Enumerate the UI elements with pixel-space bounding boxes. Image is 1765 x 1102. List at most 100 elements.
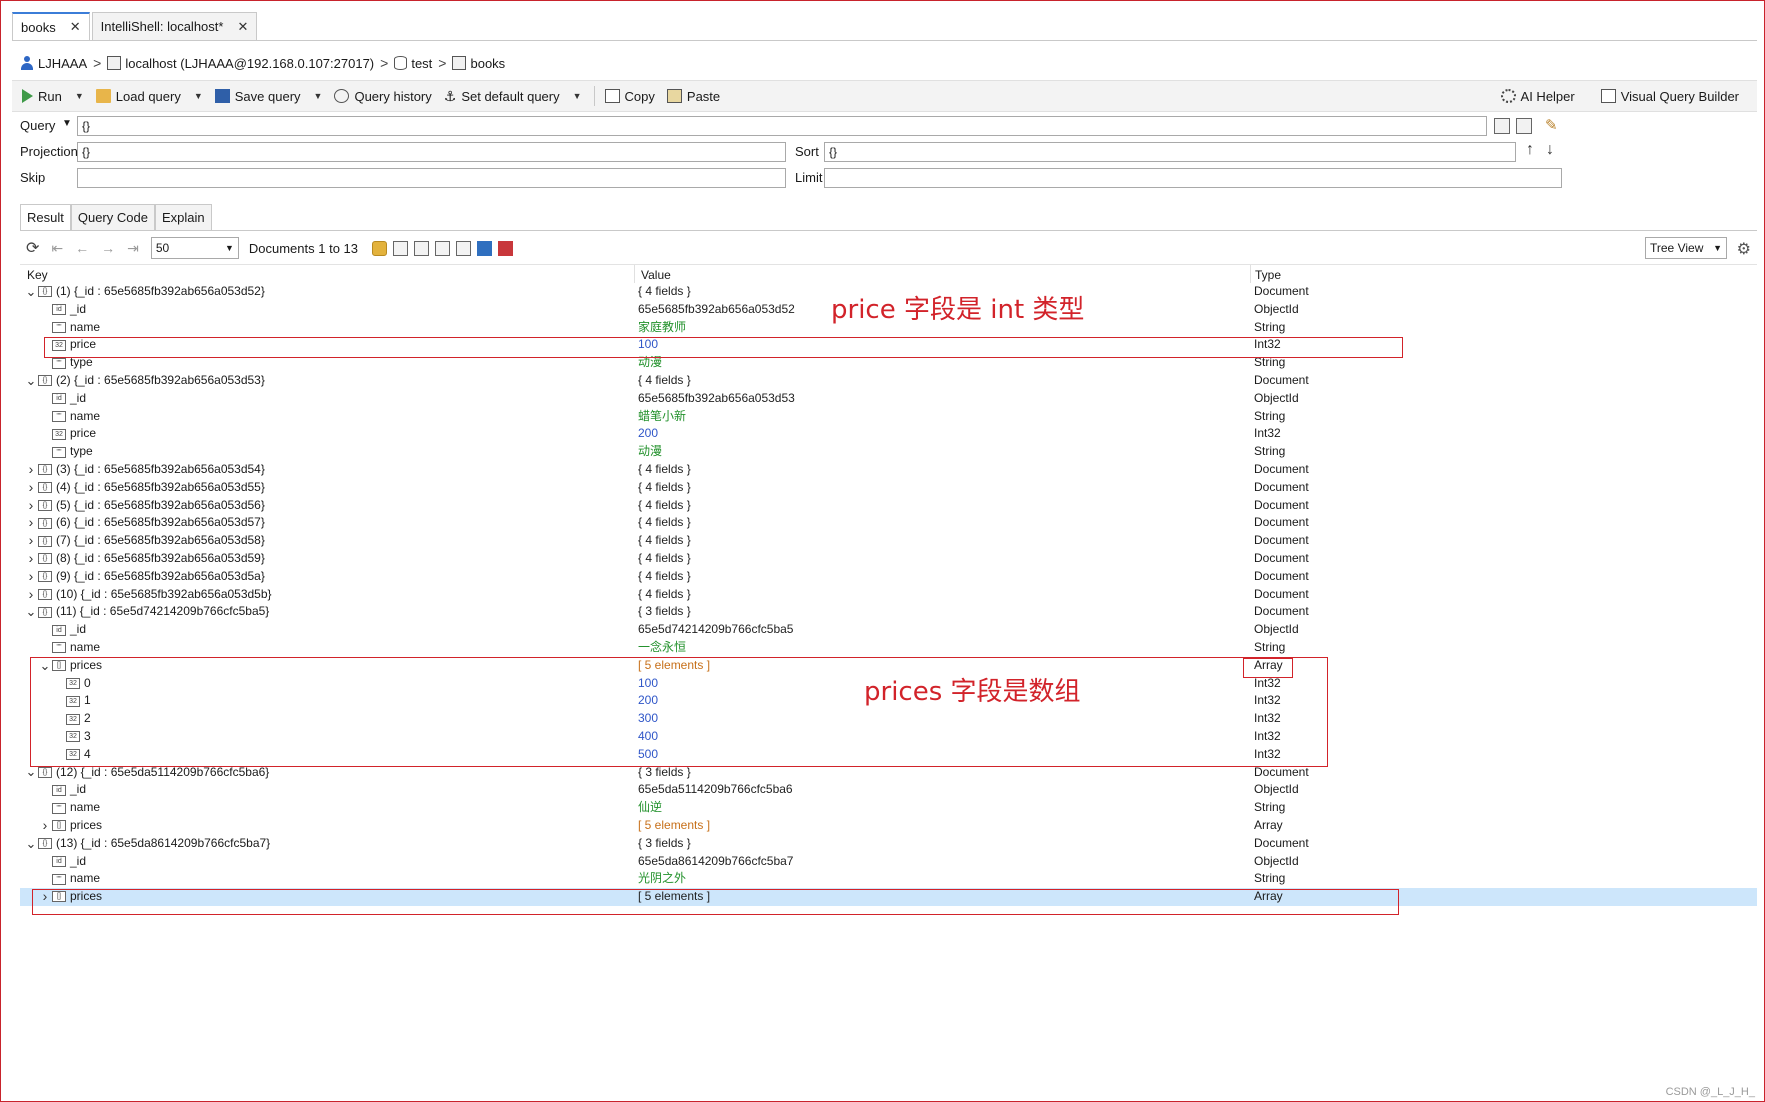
- visual-query-builder-button[interactable]: Visual Query Builder: [1600, 89, 1739, 104]
- query-format-icon[interactable]: [1494, 118, 1510, 134]
- view-document-icon[interactable]: [456, 240, 471, 256]
- tree-key-label: name: [70, 800, 101, 815]
- tree-row[interactable]: id _id 65e5d74214209b766cfc5ba5 ObjectId: [20, 621, 1757, 639]
- expand-open-icon[interactable]: ⌄: [24, 374, 38, 387]
- field-type-icon: {}: [38, 286, 52, 298]
- view-mode-select[interactable]: Tree View ▼: [1645, 237, 1727, 259]
- expand-closed-icon[interactable]: ›: [24, 461, 38, 479]
- tab-intellishell[interactable]: IntelliShell: localhost* ✕: [91, 12, 258, 40]
- query-history-button[interactable]: Query history: [334, 89, 432, 104]
- tree-row[interactable]: ›{} (6) {_id : 65e5685fb392ab656a053d57} {…: [20, 514, 1757, 532]
- expand-open-icon[interactable]: ⌄: [24, 765, 38, 778]
- tree-row[interactable]: id _id 65e5685fb392ab656a053d53 ObjectId: [20, 390, 1757, 408]
- first-page-icon[interactable]: ⇤: [51, 240, 63, 257]
- chevron-down-icon[interactable]: ▼: [194, 91, 203, 101]
- page-size-select[interactable]: 50 ▼: [150, 237, 239, 259]
- clone-document-icon[interactable]: [414, 240, 429, 256]
- tree-row[interactable]: ›{} (8) {_id : 65e5685fb392ab656a053d59} {…: [20, 550, 1757, 568]
- tree-value-cell: { 4 fields }: [638, 479, 691, 494]
- expand-closed-icon[interactable]: ›: [24, 568, 38, 586]
- last-page-icon[interactable]: ⇥: [127, 240, 139, 257]
- tab-explain[interactable]: Explain: [154, 204, 212, 230]
- tree-row[interactable]: ›[] prices [ 5 elements ] Array: [20, 817, 1757, 835]
- save-changes-icon[interactable]: [477, 240, 492, 256]
- tree-key-label: (9) {_id : 65e5685fb392ab656a053d5a}: [56, 568, 265, 583]
- sort-ascending-icon[interactable]: ↑: [1526, 141, 1534, 159]
- column-header-key[interactable]: Key: [27, 268, 48, 282]
- load-query-button[interactable]: Load query ▼: [95, 89, 203, 104]
- tree-row[interactable]: ›{} (5) {_id : 65e5685fb392ab656a053d56} {…: [20, 497, 1757, 515]
- paste-button[interactable]: Paste: [666, 89, 720, 104]
- chevron-down-icon[interactable]: ▼: [314, 91, 323, 101]
- add-document-icon[interactable]: [393, 240, 408, 256]
- close-icon[interactable]: ✕: [70, 19, 81, 35]
- save-query-button[interactable]: Save query ▼: [214, 89, 323, 104]
- breadcrumb-server[interactable]: localhost (LJHAAA@192.168.0.107:27017): [107, 56, 374, 71]
- tree-row[interactable]: 32 price 200 Int32: [20, 425, 1757, 443]
- annotation-price-note: price 字段是 int 类型: [831, 295, 1085, 325]
- expand-open-icon[interactable]: ⌄: [24, 837, 38, 850]
- expand-open-icon[interactable]: ⌄: [24, 605, 38, 618]
- tab-books[interactable]: books ✕: [12, 12, 90, 40]
- expand-closed-icon[interactable]: ›: [24, 550, 38, 568]
- previous-page-icon[interactable]: ←: [75, 240, 89, 256]
- next-page-icon[interactable]: →: [101, 240, 115, 256]
- expand-open-icon[interactable]: ⌄: [24, 285, 38, 298]
- chevron-down-icon[interactable]: ▼: [573, 91, 582, 101]
- breadcrumb-user[interactable]: LJHAAA: [20, 56, 87, 71]
- refresh-icon[interactable]: ⟳: [26, 238, 39, 258]
- expand-closed-icon[interactable]: ›: [24, 514, 38, 532]
- expand-closed-icon[interactable]: ›: [38, 817, 52, 835]
- tree-row[interactable]: "" type 动漫 String: [20, 443, 1757, 461]
- column-header-value[interactable]: Value: [641, 268, 671, 282]
- tree-row[interactable]: ›{} (9) {_id : 65e5685fb392ab656a053d5a} {…: [20, 568, 1757, 586]
- set-default-query-button[interactable]: ⚓ Set default query ▼: [444, 89, 582, 104]
- lock-icon[interactable]: [372, 240, 387, 256]
- tree-row[interactable]: "" name 蜡笔小新 String: [20, 408, 1757, 426]
- skip-input[interactable]: [77, 168, 786, 188]
- tree-value-cell: [ 5 elements ]: [638, 817, 711, 832]
- chevron-down-icon[interactable]: ▼: [62, 118, 72, 129]
- column-header-type[interactable]: Type: [1255, 268, 1281, 282]
- tree-row[interactable]: "" name 一念永恒 String: [20, 639, 1757, 657]
- tree-key-cell: "" name: [38, 319, 100, 337]
- expand-closed-icon[interactable]: ›: [24, 479, 38, 497]
- projection-input[interactable]: {}: [77, 142, 786, 162]
- query-input[interactable]: {}: [77, 116, 1487, 136]
- tree-row[interactable]: ›{} (7) {_id : 65e5685fb392ab656a053d58} {…: [20, 532, 1757, 550]
- sort-descending-icon[interactable]: ↓: [1546, 141, 1554, 159]
- ai-helper-button[interactable]: AI Helper: [1500, 89, 1575, 104]
- tab-result[interactable]: Result: [20, 204, 71, 230]
- grid-header: Key Value Type: [20, 265, 1757, 283]
- tree-row[interactable]: id _id 65e5da5114209b766cfc5ba6 ObjectId: [20, 781, 1757, 799]
- close-icon[interactable]: ✕: [237, 19, 248, 35]
- chevron-down-icon[interactable]: ▼: [75, 91, 84, 101]
- breadcrumb-database[interactable]: test: [394, 56, 432, 71]
- tree-type-cell: ObjectId: [1254, 301, 1299, 316]
- settings-icon[interactable]: ⚙: [1737, 239, 1751, 259]
- tree-key-label: _id: [70, 782, 87, 797]
- copy-button[interactable]: Copy: [604, 89, 655, 104]
- tree-row[interactable]: ⌄{} (13) {_id : 65e5da8614209b766cfc5ba7}…: [20, 835, 1757, 853]
- edit-document-icon[interactable]: [435, 240, 450, 256]
- field-type-icon: {}: [38, 838, 52, 850]
- expand-closed-icon[interactable]: ›: [24, 532, 38, 550]
- limit-input[interactable]: [824, 168, 1562, 188]
- tree-row[interactable]: "" name 光阴之外 String: [20, 870, 1757, 888]
- breadcrumb-collection[interactable]: books: [452, 56, 505, 71]
- run-button[interactable]: Run ▼: [22, 89, 84, 104]
- tree-row[interactable]: ›{} (4) {_id : 65e5685fb392ab656a053d55} {…: [20, 479, 1757, 497]
- tab-query-code[interactable]: Query Code: [70, 204, 155, 230]
- expand-closed-icon[interactable]: ›: [24, 586, 38, 604]
- tree-row[interactable]: "" name 仙逆 String: [20, 799, 1757, 817]
- delete-document-icon[interactable]: [498, 240, 513, 256]
- tree-row[interactable]: ⌄{} (11) {_id : 65e5d74214209b766cfc5ba5}…: [20, 603, 1757, 621]
- brush-icon[interactable]: ✎: [1545, 116, 1558, 134]
- expand-closed-icon[interactable]: ›: [24, 497, 38, 515]
- tree-row[interactable]: ›{} (3) {_id : 65e5685fb392ab656a053d54} {…: [20, 461, 1757, 479]
- tree-row[interactable]: ›{} (10) {_id : 65e5685fb392ab656a053d5b}…: [20, 586, 1757, 604]
- tree-row[interactable]: id _id 65e5da8614209b766cfc5ba7 ObjectId: [20, 853, 1757, 871]
- query-validate-icon[interactable]: [1516, 118, 1532, 134]
- sort-input[interactable]: {}: [824, 142, 1516, 162]
- tree-row[interactable]: ⌄{} (2) {_id : 65e5685fb392ab656a053d53} {…: [20, 372, 1757, 390]
